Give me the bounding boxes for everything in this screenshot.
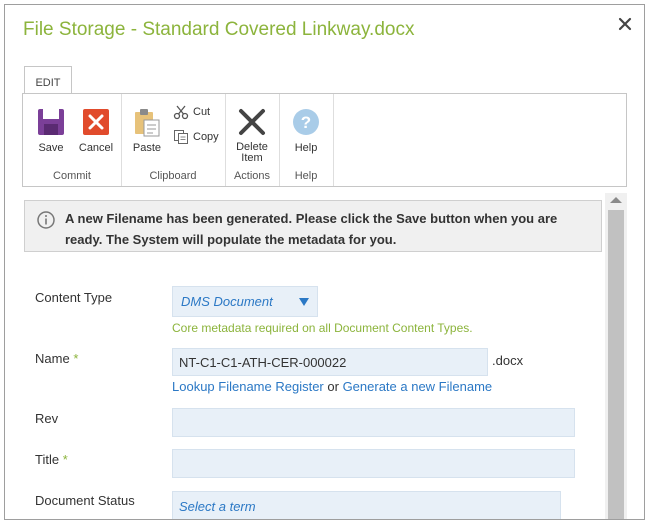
name-label-text: Name xyxy=(35,351,70,366)
required-marker: * xyxy=(73,351,79,366)
cut-label: Cut xyxy=(193,106,211,118)
cancel-button[interactable]: Cancel xyxy=(75,106,117,154)
paste-icon xyxy=(135,109,160,137)
title-label: Title * xyxy=(35,452,68,467)
required-marker: * xyxy=(62,452,68,467)
close-icon[interactable] xyxy=(616,15,634,33)
save-icon xyxy=(38,109,64,135)
vertical-scrollbar[interactable] xyxy=(605,193,627,519)
notice-banner: A new Filename has been generated. Pleas… xyxy=(24,200,602,252)
name-value: NT-C1-C1-ATH-CER-000022 xyxy=(179,354,347,370)
ribbon-group-actions: Delete Item Actions xyxy=(225,94,280,186)
rev-label: Rev xyxy=(35,411,59,426)
ribbon-group-commit: Save Cancel Commit xyxy=(23,94,122,186)
dialog-title: File Storage - Standard Covered Linkway.… xyxy=(23,19,415,40)
name-extension: .docx xyxy=(492,353,524,368)
title-input[interactable] xyxy=(172,449,575,478)
save-label: Save xyxy=(38,142,64,154)
ribbon-group-actions-label: Actions xyxy=(233,170,271,182)
copy-button[interactable]: Copy xyxy=(173,129,219,145)
content-type-label: Content Type xyxy=(35,290,113,305)
cancel-label: Cancel xyxy=(78,142,114,154)
form-scroll-area: A new Filename has been generated. Pleas… xyxy=(22,193,627,519)
help-label: Help xyxy=(294,142,318,154)
delete-item-button[interactable]: Delete Item xyxy=(232,106,272,164)
dialog-window: File Storage - Standard Covered Linkway.… xyxy=(4,4,645,520)
content-type-value: DMS Document xyxy=(181,294,273,309)
copy-label: Copy xyxy=(193,131,219,143)
scroll-up-arrow-icon[interactable] xyxy=(610,197,622,203)
ribbon-group-clipboard: Paste Cut Copy Clipboard xyxy=(121,94,226,186)
document-status-label: Document Status xyxy=(35,493,135,508)
lookup-filename-link[interactable]: Lookup Filename Register xyxy=(172,379,324,394)
name-label: Name * xyxy=(35,351,78,366)
paste-button[interactable]: Paste xyxy=(127,106,167,154)
content-type-hint: Core metadata required on all Document C… xyxy=(172,321,473,335)
delete-icon xyxy=(239,109,265,135)
notice-text: A new Filename has been generated. Pleas… xyxy=(65,211,558,247)
rev-input[interactable] xyxy=(172,408,575,437)
generate-filename-link[interactable]: Generate a new Filename xyxy=(343,379,493,394)
cut-icon xyxy=(173,105,189,120)
help-icon: ? xyxy=(293,109,319,135)
svg-text:?: ? xyxy=(301,113,311,132)
document-status-placeholder: Select a term xyxy=(179,498,256,514)
ribbon: Save Cancel Commit Paste Cut Copy Clipbo… xyxy=(22,93,627,187)
chevron-down-icon xyxy=(299,297,309,306)
document-status-input[interactable]: Select a term xyxy=(172,491,561,519)
save-button[interactable]: Save xyxy=(31,106,71,154)
cancel-icon xyxy=(83,109,109,135)
content-type-select[interactable]: DMS Document xyxy=(172,286,318,317)
info-icon xyxy=(37,211,55,229)
scrollbar-thumb[interactable] xyxy=(608,210,624,519)
ribbon-group-help-label: Help xyxy=(294,170,318,182)
name-links: Lookup Filename Register or Generate a n… xyxy=(172,379,492,394)
title-label-text: Title xyxy=(35,452,60,467)
cut-button[interactable]: Cut xyxy=(173,104,210,120)
delete-label-line2: Item xyxy=(241,152,263,164)
help-button[interactable]: ? Help xyxy=(286,106,326,154)
name-input[interactable]: NT-C1-C1-ATH-CER-000022 xyxy=(172,348,488,376)
paste-label: Paste xyxy=(132,142,162,154)
copy-icon xyxy=(174,130,188,144)
or-text: or xyxy=(327,379,339,394)
ribbon-group-commit-label: Commit xyxy=(53,170,91,182)
ribbon-group-clipboard-label: Clipboard xyxy=(149,170,197,182)
ribbon-group-help: ? Help Help xyxy=(279,94,334,186)
